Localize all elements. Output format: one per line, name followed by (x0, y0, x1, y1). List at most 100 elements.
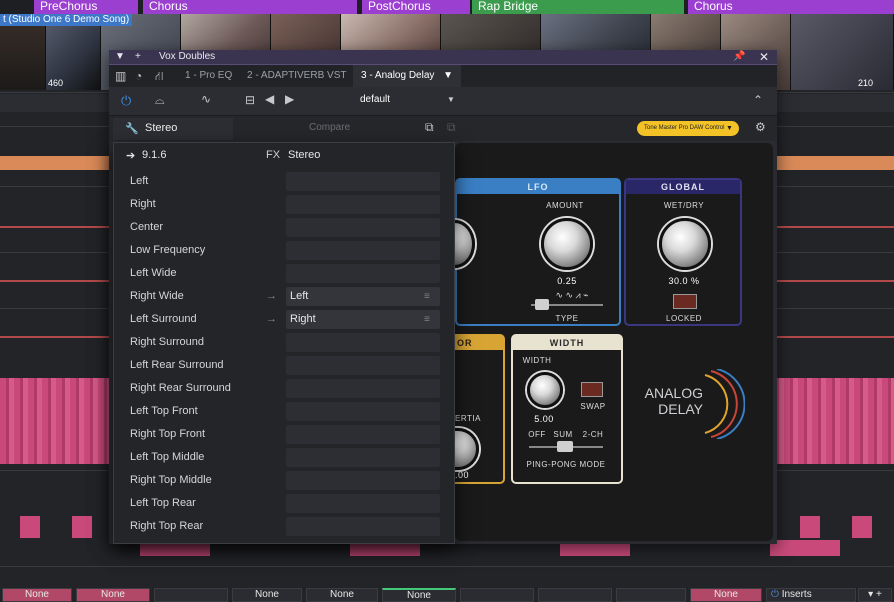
type-slider-handle[interactable] (535, 299, 549, 310)
routing-row[interactable]: Left Surround → Right ≡ (114, 308, 454, 331)
close-icon[interactable]: ✕ (759, 50, 769, 64)
gear-icon[interactable]: ⚙ (755, 120, 766, 134)
channel-label: Right Rear Surround (130, 382, 231, 394)
channel-mode-button[interactable]: 🔧 Stereo (113, 118, 233, 140)
pingpong-slider-handle[interactable] (557, 441, 573, 452)
routing-row[interactable]: Low Frequency (114, 239, 454, 262)
add-insert-button[interactable]: ▾ + (858, 588, 892, 602)
channel-assignment-field[interactable] (286, 264, 440, 283)
previous-preset-icon[interactable]: ◀ (265, 92, 274, 106)
marker-label: PreChorus (40, 0, 98, 13)
amount-knob[interactable] (541, 218, 593, 270)
routing-row[interactable]: Center (114, 216, 454, 239)
slot-label: None (255, 589, 279, 600)
save-preset-icon[interactable]: ⊟ (245, 93, 255, 107)
routing-row[interactable]: Left Top Rear (114, 492, 454, 515)
mixer-insert-slot[interactable]: None (232, 588, 302, 602)
mixer-meter (460, 588, 534, 602)
rack-icon[interactable]: ▥ (115, 69, 126, 83)
channel-assignment-field[interactable] (286, 333, 440, 352)
tab-analog-delay[interactable]: 3 - Analog Delay ▼ (353, 65, 462, 87)
collapse-icon[interactable]: ▼ (115, 50, 125, 64)
routing-row[interactable]: Right Wide → Left ≡ (114, 285, 454, 308)
inertia-label: ERTIA (455, 414, 481, 423)
swap-toggle[interactable] (581, 382, 603, 397)
mixer-insert-slot[interactable]: None (382, 588, 456, 602)
control-link-selector[interactable]: Tone Master Pro DAW Control ▼ (637, 121, 739, 136)
marker-prechorus[interactable]: PreChorus (34, 0, 138, 14)
wetdry-knob[interactable] (659, 218, 711, 270)
routing-row[interactable]: Right Top Front (114, 423, 454, 446)
channel-assignment-field[interactable] (286, 356, 440, 375)
channel-assignment-field[interactable] (286, 448, 440, 467)
inserts-header[interactable]: ⏻ Inserts (766, 588, 856, 602)
video-track-label: t (Studio One 6 Demo Song) (0, 14, 133, 26)
fx-label: FX (266, 149, 281, 161)
menu-icon[interactable]: ≡ (424, 308, 430, 331)
routing-row[interactable]: Right Top Middle (114, 469, 454, 492)
pin-icon[interactable]: 📌 (733, 50, 745, 64)
routing-icon[interactable]: ⛙ (155, 69, 163, 85)
tab-adaptiverb[interactable]: 2 - ADAPTIVERB VST (247, 65, 346, 87)
channel-assignment-field[interactable] (286, 471, 440, 490)
copy-icon[interactable]: ⧉ (425, 120, 434, 135)
compare-button[interactable]: Compare (309, 122, 350, 133)
routing-row[interactable]: Left (114, 170, 454, 193)
routing-row[interactable]: Left Rear Surround (114, 354, 454, 377)
marker-rap-bridge[interactable]: Rap Bridge (472, 0, 684, 14)
plugin-secondary-bar: 🔧 Stereo Compare ⧉ ⧉ Tone Master Pro DAW… (109, 115, 777, 141)
tab-pro-eq[interactable]: 1 - Pro EQ (185, 65, 232, 87)
channel-assignment-field[interactable] (286, 218, 440, 237)
width-label: WIDTH (522, 356, 552, 365)
mixer-meter (154, 588, 228, 602)
video-frame-number: 210 (858, 78, 874, 88)
marker-chorus-2[interactable]: Chorus (688, 0, 894, 14)
channel-assignment-field[interactable] (286, 287, 440, 306)
plugin-title-bar[interactable]: ▼ + Vox Doubles 📌 ✕ (109, 50, 777, 65)
plugin-version: 9.1.6 (142, 149, 167, 161)
locked-toggle[interactable] (673, 294, 697, 309)
slot-label: None (330, 589, 354, 600)
channel-assignment-field[interactable] (286, 425, 440, 444)
chevron-up-icon[interactable]: ⌃ (753, 93, 763, 107)
routing-row[interactable]: Left Top Middle (114, 446, 454, 469)
channel-assignment-field[interactable] (286, 517, 440, 536)
routing-row[interactable]: Left Wide (114, 262, 454, 285)
pingpong-sum-label: SUM (553, 430, 573, 439)
pingpong-off-label: OFF (528, 430, 546, 439)
wrench-icon: 🔧 (125, 123, 139, 135)
power-icon[interactable]: ⏻ (771, 589, 779, 600)
dial-icon[interactable]: ◔ (135, 69, 142, 83)
mixer-insert-slot[interactable]: None (690, 588, 762, 602)
routing-row[interactable]: Right Rear Surround (114, 377, 454, 400)
channel-assignment-field[interactable] (286, 379, 440, 398)
mixer-insert-slot[interactable]: None (76, 588, 150, 602)
chevron-down-icon: ▼ (726, 125, 733, 132)
channel-assignment-field[interactable] (286, 402, 440, 421)
automation-icon[interactable]: ⌓ (155, 93, 165, 108)
routing-row[interactable]: Right Top Rear (114, 515, 454, 538)
paste-icon[interactable]: ⧉ (447, 120, 456, 135)
channel-assignment-field[interactable] (286, 494, 440, 513)
arrow-right-icon: → (266, 313, 277, 325)
marker-chorus[interactable]: Chorus (143, 0, 357, 14)
channel-assignment-field[interactable] (286, 172, 440, 191)
next-preset-icon[interactable]: ▶ (285, 92, 294, 106)
curve-icon[interactable]: ∿ (201, 92, 211, 106)
preset-selector[interactable]: default ▼ (305, 91, 459, 111)
routing-row[interactable]: Right Surround (114, 331, 454, 354)
mixer-insert-slot[interactable]: None (2, 588, 72, 602)
routing-row[interactable]: Left Top Front (114, 400, 454, 423)
lfo-section: LFO AMOUNT 0.25 ∿ ∿ ⩘ ⌁ TYPE (435, 178, 621, 326)
marker-postchorus[interactable]: PostChorus (362, 0, 470, 14)
routing-row[interactable]: Right (114, 193, 454, 216)
channel-label: Right Surround (130, 336, 204, 348)
power-icon[interactable]: ⏻ (121, 93, 131, 109)
add-plugin-icon[interactable]: + (135, 50, 141, 64)
channel-assignment-field[interactable] (286, 195, 440, 214)
mixer-insert-slot[interactable]: None (306, 588, 378, 602)
channel-assignment-field[interactable] (286, 241, 440, 260)
menu-icon[interactable]: ≡ (424, 285, 430, 308)
amount-label: AMOUNT (546, 201, 584, 210)
width-knob[interactable] (527, 372, 563, 408)
